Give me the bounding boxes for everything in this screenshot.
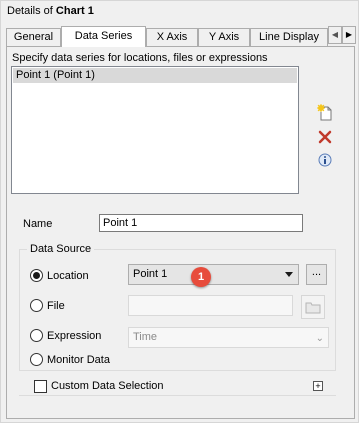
name-field[interactable] (99, 214, 303, 232)
custom-data-selection-label: Custom Data Selection (51, 380, 164, 392)
data-source-title: Data Source (27, 242, 95, 256)
tab-general[interactable]: General (6, 28, 61, 46)
tab-scroll-right-button[interactable]: ▶ (342, 26, 356, 44)
location-dropdown[interactable]: Point 1 (128, 264, 299, 285)
new-series-icon (317, 104, 332, 121)
expression-value: Time (133, 331, 158, 343)
expand-icon[interactable]: + (313, 381, 323, 391)
info-icon (318, 153, 332, 167)
monitor-data-radio[interactable] (30, 353, 43, 366)
delete-series-button[interactable] (316, 128, 334, 146)
location-label: Location (47, 270, 89, 282)
expression-radio[interactable] (30, 329, 43, 342)
section-divider (19, 395, 336, 396)
location-value: Point 1 (133, 268, 168, 280)
location-radio[interactable] (30, 269, 43, 282)
chevron-down-icon: ⌄ (315, 333, 324, 344)
tab-strip: General Data Series X Axis Y Axis Line D… (6, 26, 336, 47)
file-radio[interactable] (30, 299, 43, 312)
scroll-right-icon: ▶ (345, 30, 353, 39)
series-info-button[interactable] (316, 151, 334, 169)
annotation-badge: 1 (191, 267, 211, 287)
series-hint: Specify data series for locations, files… (12, 52, 268, 64)
file-label: File (47, 300, 65, 312)
tab-x-axis[interactable]: X Axis (146, 28, 198, 46)
file-field[interactable] (128, 295, 293, 316)
expression-label: Expression (47, 330, 102, 342)
custom-data-selection-checkbox[interactable] (34, 380, 47, 393)
scroll-left-icon: ◀ (331, 30, 339, 39)
expression-dropdown[interactable]: Time ⌄ (128, 327, 329, 348)
new-series-button[interactable] (316, 104, 334, 122)
delete-icon (318, 130, 332, 144)
title-prefix: Details of (7, 5, 56, 17)
details-window: Details of Chart 1 General Data Series X… (0, 0, 359, 423)
details-title: Details of Chart 1 (7, 5, 94, 17)
tab-line-display[interactable]: Line Display (250, 28, 328, 46)
folder-icon (305, 302, 321, 314)
tab-data-series[interactable]: Data Series (61, 26, 146, 47)
open-file-button[interactable] (301, 295, 325, 319)
list-item[interactable]: Point 1 (Point 1) (13, 68, 297, 83)
chevron-down-icon (285, 272, 293, 277)
tab-scroll-left-button[interactable]: ◀ (328, 26, 342, 44)
monitor-data-label: Monitor Data (47, 354, 110, 366)
name-label: Name (23, 218, 53, 230)
browse-location-button[interactable]: ... (306, 264, 327, 285)
series-list[interactable]: Point 1 (Point 1) (11, 66, 299, 194)
radio-selected-dot (33, 272, 40, 279)
tab-y-axis[interactable]: Y Axis (198, 28, 250, 46)
chart-name: Chart 1 (55, 5, 94, 17)
